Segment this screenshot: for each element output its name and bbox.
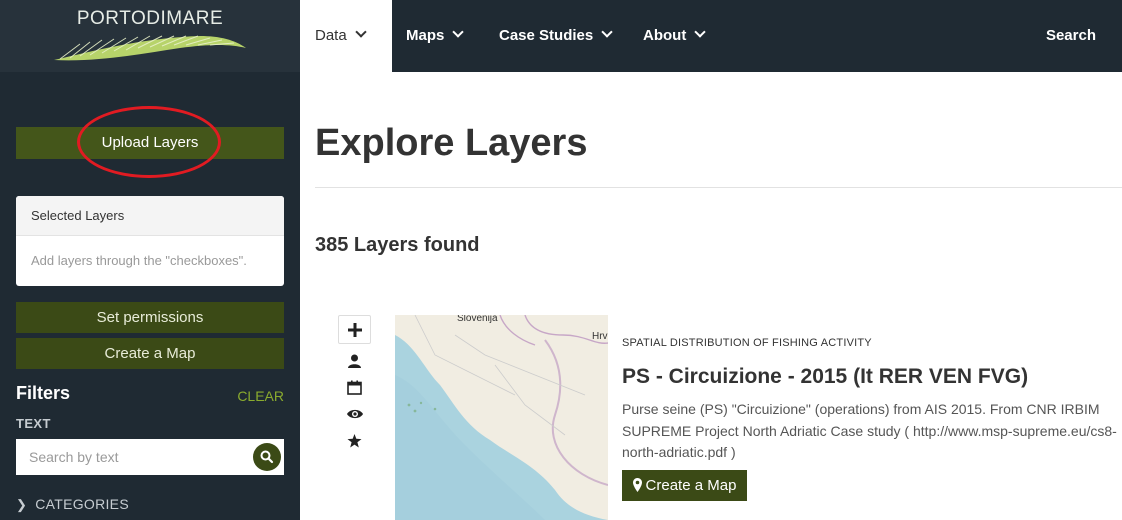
categories-label: CATEGORIES bbox=[35, 496, 129, 512]
filters-title: Filters bbox=[16, 383, 71, 403]
logo-wave-icon bbox=[54, 35, 246, 61]
layer-category[interactable]: SPATIAL DISTRIBUTION OF FISHING ACTIVITY bbox=[622, 337, 872, 349]
selected-layers-title: Selected Layers bbox=[16, 196, 284, 236]
add-layer-button[interactable] bbox=[338, 315, 371, 344]
nav-data-label: Data bbox=[315, 27, 347, 44]
sidebar: PORTODIMARE Upload Layers Selected Layer… bbox=[0, 0, 300, 520]
eye-icon bbox=[346, 409, 363, 419]
page-title: Explore Layers bbox=[315, 122, 588, 164]
layer-actions bbox=[338, 315, 371, 458]
divider bbox=[315, 187, 1122, 188]
text-filter-label: TEXT bbox=[16, 416, 51, 431]
layers-count: 385 Layers found bbox=[315, 234, 480, 256]
thumb-label-slovenia: Slovenija bbox=[457, 315, 498, 324]
categories-toggle[interactable]: ❯ CATEGORIES bbox=[16, 496, 129, 513]
star-icon bbox=[347, 434, 362, 448]
selected-layers-panel: Selected Layers Add layers through the "… bbox=[16, 196, 284, 286]
nav-about[interactable]: About bbox=[643, 0, 706, 72]
app-root: PORTODIMARE Upload Layers Selected Layer… bbox=[0, 0, 1122, 520]
nav-search[interactable]: Search bbox=[1046, 0, 1096, 72]
calendar-icon bbox=[347, 380, 362, 395]
chevron-down-icon bbox=[601, 26, 613, 38]
top-navigation: Data Maps Case Studies About Search bbox=[300, 0, 1122, 72]
nav-maps-label: Maps bbox=[406, 27, 445, 44]
set-permissions-button[interactable]: Set permissions bbox=[16, 302, 284, 333]
upload-layers-button[interactable]: Upload Layers bbox=[16, 127, 284, 159]
nav-maps[interactable]: Maps bbox=[406, 0, 465, 72]
map-marker-icon bbox=[632, 478, 642, 492]
create-map-sidebar-button[interactable]: Create a Map bbox=[16, 338, 284, 369]
date-button[interactable] bbox=[338, 377, 371, 397]
nav-data[interactable]: Data bbox=[300, 0, 392, 72]
chevron-down-icon bbox=[355, 26, 367, 38]
thumb-label-croatia: Hrv bbox=[592, 331, 608, 342]
owner-button[interactable] bbox=[338, 351, 371, 371]
chevron-right-icon: ❯ bbox=[16, 497, 28, 512]
nav-case-studies[interactable]: Case Studies bbox=[499, 0, 613, 72]
create-map-label: Create a Map bbox=[645, 477, 737, 494]
create-map-button[interactable]: Create a Map bbox=[622, 470, 747, 501]
rating-button[interactable] bbox=[338, 431, 371, 451]
logo[interactable]: PORTODIMARE bbox=[0, 0, 300, 72]
nav-about-label: About bbox=[643, 27, 687, 44]
views-button[interactable] bbox=[338, 404, 371, 424]
text-search-input[interactable] bbox=[16, 439, 246, 475]
selected-layers-hint: Add layers through the "checkboxes". bbox=[31, 253, 247, 268]
map-thumbnail-image: Slovenija Hrv bbox=[395, 315, 608, 520]
chevron-down-icon bbox=[694, 26, 706, 38]
logo-text: PORTODIMARE bbox=[76, 8, 224, 29]
user-icon bbox=[348, 354, 361, 368]
layer-thumbnail[interactable]: Slovenija Hrv bbox=[395, 315, 608, 520]
layer-description: Purse seine (PS) "Circuizione" (operatio… bbox=[622, 401, 1117, 460]
nav-case-studies-label: Case Studies bbox=[499, 27, 594, 44]
text-search-button[interactable] bbox=[253, 443, 281, 471]
plus-icon bbox=[347, 322, 362, 337]
search-icon bbox=[260, 450, 274, 464]
text-search-box bbox=[16, 439, 284, 475]
clear-filters-link[interactable]: CLEAR bbox=[237, 388, 284, 404]
layer-title[interactable]: PS - Circuizione - 2015 (It RER VEN FVG) bbox=[622, 365, 1028, 389]
chevron-down-icon bbox=[452, 26, 465, 38]
